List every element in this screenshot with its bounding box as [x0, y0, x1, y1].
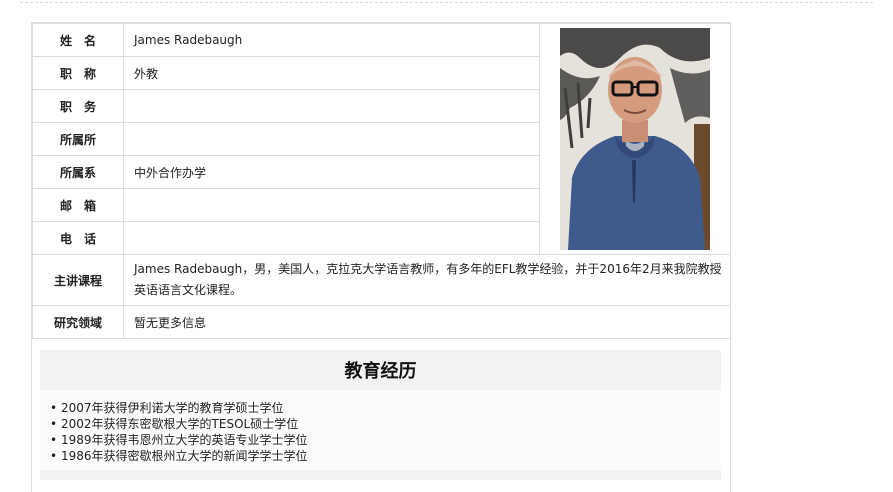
row-name: 姓 名 James Radebaugh: [32, 23, 731, 255]
department-value: 中外合作办学: [123, 155, 540, 189]
courses-value: James Radebaugh，男，美国人，克拉克大学语言教师，有多年的EFL教…: [123, 254, 731, 306]
row-courses: 主讲课程 James Radebaugh，男，美国人，克拉克大学语言教师，有多年…: [32, 254, 731, 306]
bullet-icon: •: [50, 417, 58, 431]
education-title: 教育经历: [40, 350, 721, 390]
education-section: 教育经历 • 2007年获得伊利诺大学的教育学硕士学位 • 2002年获得东密歇根大…: [40, 350, 721, 480]
list-item: • 2002年获得东密歇根大学的TESOL硕士学位: [50, 416, 721, 432]
list-item: • 1986年获得密歇根州立大学的新闻学学士学位: [50, 448, 721, 464]
position-label: 职 务: [32, 89, 124, 123]
department-label: 所属系: [32, 155, 124, 189]
education-item: 1986年获得密歇根州立大学的新闻学学士学位: [61, 449, 308, 463]
courses-text: James Radebaugh，男，美国人，克拉克大学语言教师，有多年的EFL教…: [134, 262, 722, 297]
education-list: • 2007年获得伊利诺大学的教育学硕士学位 • 2002年获得东密歇根大学的TES…: [40, 390, 721, 470]
title-label: 职 称: [32, 56, 124, 90]
list-item: • 1989年获得韦恩州立大学的英语专业学士学位: [50, 432, 721, 448]
position-value: [123, 89, 540, 123]
teacher-photo: [560, 28, 710, 250]
photo-cell: [539, 23, 731, 255]
bullet-icon: •: [50, 401, 58, 415]
phone-label: 电 话: [32, 221, 124, 255]
courses-label: 主讲课程: [32, 254, 124, 306]
research-label: 研究领域: [32, 305, 124, 339]
title-value: 外教: [123, 56, 540, 90]
research-value: 暂无更多信息: [123, 305, 731, 339]
name-label: 姓 名: [32, 23, 124, 57]
email-label: 邮 箱: [32, 188, 124, 222]
education-item: 1989年获得韦恩州立大学的英语专业学士学位: [61, 433, 308, 447]
institute-value: [123, 122, 540, 156]
name-value: James Radebaugh: [123, 23, 540, 57]
list-item: • 2007年获得伊利诺大学的教育学硕士学位: [50, 400, 721, 416]
email-value: [123, 188, 540, 222]
education-item: 2007年获得伊利诺大学的教育学硕士学位: [61, 401, 284, 415]
bullet-icon: •: [50, 433, 58, 447]
top-divider: [20, 2, 873, 3]
education-item: 2002年获得东密歇根大学的TESOL硕士学位: [61, 417, 299, 431]
teacher-profile: 姓 名 James Radebaugh 职 称 外教 职 务 所属所 所属系 中…: [31, 22, 731, 492]
bullet-icon: •: [50, 449, 58, 463]
section-footer-bar: [40, 470, 721, 480]
institute-label: 所属所: [32, 122, 124, 156]
phone-value: [123, 221, 540, 255]
profile-table: 姓 名 James Radebaugh 职 称 外教 职 务 所属所 所属系 中…: [32, 23, 731, 339]
row-research: 研究领域 暂无更多信息: [32, 305, 731, 339]
